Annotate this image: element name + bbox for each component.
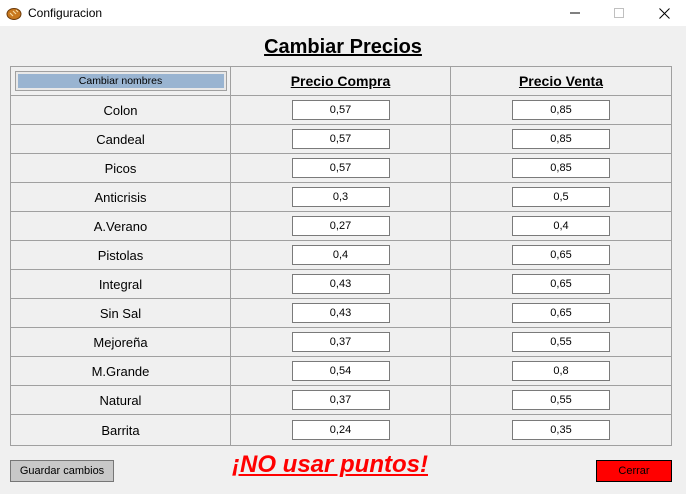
close-icon: [658, 7, 670, 19]
table-row: Integral 0,43 0,65: [10, 269, 672, 299]
price-cell-compra: 0,43: [230, 298, 451, 328]
price-venta-input[interactable]: 0,4: [512, 216, 610, 236]
product-name: Colon: [10, 95, 231, 125]
price-venta-input[interactable]: 0,85: [512, 129, 610, 149]
rename-cell: Cambiar nombres: [10, 66, 231, 96]
price-cell-venta: 0,55: [450, 327, 672, 357]
price-venta-input[interactable]: 0,8: [512, 361, 610, 381]
product-name: Pistolas: [10, 240, 231, 270]
price-venta-input[interactable]: 0,55: [512, 332, 610, 352]
table-row: Anticrisis 0,3 0,5: [10, 182, 672, 212]
save-button[interactable]: Guardar cambios: [10, 460, 114, 482]
price-cell-compra: 0,37: [230, 385, 451, 415]
product-name: Integral: [10, 269, 231, 299]
price-cell-venta: 0,85: [450, 95, 672, 125]
product-name: Anticrisis: [10, 182, 231, 212]
price-compra-input[interactable]: 0,3: [291, 187, 390, 207]
close-button[interactable]: Cerrar: [596, 460, 672, 482]
maximize-icon: [614, 8, 624, 18]
price-venta-input[interactable]: 0,35: [512, 420, 610, 440]
product-name: Natural: [10, 385, 231, 415]
price-cell-venta: 0,85: [450, 153, 672, 183]
price-cell-venta: 0,55: [450, 385, 672, 415]
window-title: Configuracion: [28, 6, 103, 20]
table-row: Barrita 0,24 0,35: [10, 414, 672, 446]
maximize-button[interactable]: [597, 0, 641, 26]
table-row: A.Verano 0,27 0,4: [10, 211, 672, 241]
price-compra-input[interactable]: 0,27: [291, 216, 390, 236]
table-row: Sin Sal 0,43 0,65: [10, 298, 672, 328]
price-venta-input[interactable]: 0,85: [512, 158, 610, 178]
price-cell-venta: 0,65: [450, 269, 672, 299]
price-compra-input[interactable]: 0,4: [291, 245, 390, 265]
product-name: Candeal: [10, 124, 231, 154]
price-cell-venta: 0,4: [450, 211, 672, 241]
bread-icon: [6, 5, 22, 21]
table-row: Colon 0,57 0,85: [10, 95, 672, 125]
price-venta-input[interactable]: 0,85: [512, 100, 610, 120]
price-compra-input[interactable]: 0,24: [291, 420, 390, 440]
column-header-compra: Precio Compra: [230, 66, 451, 96]
price-cell-compra: 0,43: [230, 269, 451, 299]
product-name: Sin Sal: [10, 298, 231, 328]
product-name: A.Verano: [10, 211, 231, 241]
price-venta-input[interactable]: 0,65: [512, 245, 610, 265]
rename-button[interactable]: Cambiar nombres: [14, 71, 227, 91]
minimize-icon: [570, 12, 580, 14]
price-cell-venta: 0,65: [450, 298, 672, 328]
price-venta-input[interactable]: 0,5: [512, 187, 610, 207]
table-row: Mejoreña 0,37 0,55: [10, 327, 672, 357]
price-compra-input[interactable]: 0,37: [291, 390, 390, 410]
price-compra-input[interactable]: 0,54: [291, 361, 390, 381]
price-cell-compra: 0,57: [230, 95, 451, 125]
price-venta-input[interactable]: 0,65: [512, 303, 610, 323]
price-cell-venta: 0,65: [450, 240, 672, 270]
price-cell-compra: 0,27: [230, 211, 451, 241]
price-cell-compra: 0,54: [230, 356, 451, 386]
warning-text: ¡NO usar puntos!: [232, 451, 428, 478]
minimize-button[interactable]: [553, 0, 597, 26]
product-name: Picos: [10, 153, 231, 183]
price-cell-compra: 0,37: [230, 327, 451, 357]
price-compra-input[interactable]: 0,43: [291, 274, 390, 294]
table-row: Natural 0,37 0,55: [10, 385, 672, 415]
table-row: M.Grande 0,54 0,8: [10, 356, 672, 386]
price-compra-input[interactable]: 0,43: [291, 303, 390, 323]
price-compra-input[interactable]: 0,57: [291, 158, 390, 178]
table-row: Pistolas 0,4 0,65: [10, 240, 672, 270]
price-cell-compra: 0,4: [230, 240, 451, 270]
table-row: Picos 0,57 0,85: [10, 153, 672, 183]
product-name: Barrita: [10, 414, 231, 446]
price-cell-venta: 0,85: [450, 124, 672, 154]
price-venta-input[interactable]: 0,55: [512, 390, 610, 410]
price-compra-input[interactable]: 0,37: [291, 332, 390, 352]
close-window-button[interactable]: [642, 0, 686, 26]
price-compra-input[interactable]: 0,57: [291, 100, 390, 120]
title-bar: Configuracion: [0, 0, 686, 26]
price-cell-venta: 0,8: [450, 356, 672, 386]
table-row: Candeal 0,57 0,85: [10, 124, 672, 154]
price-cell-venta: 0,35: [450, 414, 672, 446]
price-venta-input[interactable]: 0,65: [512, 274, 610, 294]
price-table: Cambiar nombres Precio Compra Precio Ven…: [10, 66, 672, 446]
price-cell-compra: 0,57: [230, 153, 451, 183]
product-name: Mejoreña: [10, 327, 231, 357]
product-name: M.Grande: [10, 356, 231, 386]
price-cell-compra: 0,24: [230, 414, 451, 446]
price-cell-compra: 0,3: [230, 182, 451, 212]
price-cell-venta: 0,5: [450, 182, 672, 212]
price-cell-compra: 0,57: [230, 124, 451, 154]
price-compra-input[interactable]: 0,57: [291, 129, 390, 149]
column-header-venta: Precio Venta: [450, 66, 672, 96]
page-title: Cambiar Precios: [264, 36, 422, 58]
